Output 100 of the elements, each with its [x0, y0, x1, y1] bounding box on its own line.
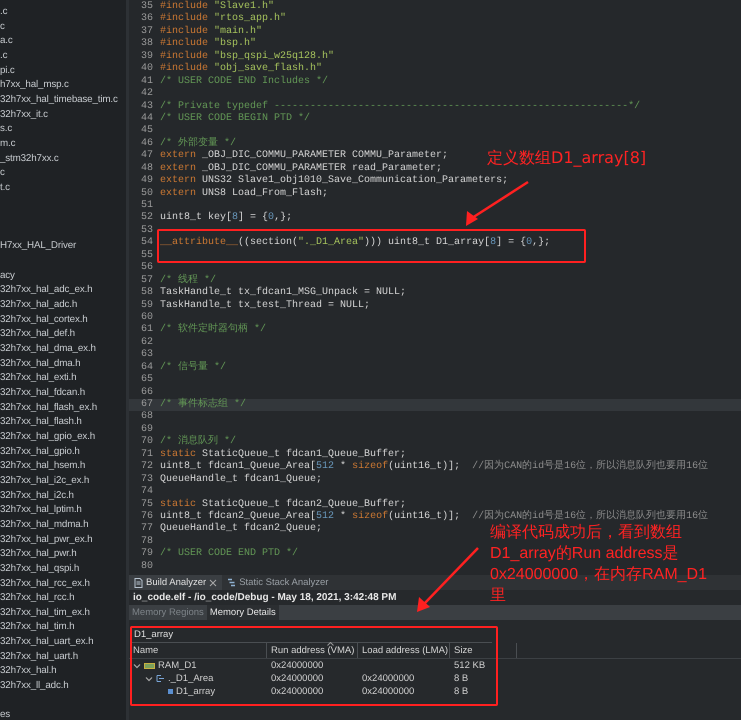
file-item[interactable]: 32h7xx_hal_adc.h	[0, 298, 126, 313]
file-item[interactable]: 32h7xx_hal_dma_ex.h	[0, 342, 126, 357]
sort-caret-icon	[327, 642, 334, 646]
file-item[interactable]: 32h7xx_hal_i2c_ex.h	[0, 474, 126, 489]
line-number: 77	[140, 523, 154, 536]
file-item[interactable]: 32h7xx_hal_tim_ex.h	[0, 606, 126, 620]
tree-item-name[interactable]: RAM_D1	[158, 660, 197, 671]
line-number: 67	[140, 399, 154, 411]
file-item[interactable]: 32h7xx_hal_tim.h	[0, 620, 126, 636]
line-number: 60	[140, 312, 154, 324]
table-cell: 0x24000000	[362, 673, 414, 684]
file-item[interactable]: 32h7xx_hal_gpio_ex.h	[0, 430, 126, 445]
line-number: 78	[140, 536, 154, 548]
column-header[interactable]: Name	[129, 643, 267, 658]
file-item[interactable]: 32h7xx_hal_hsem.h	[0, 459, 126, 474]
table-cell: 0x24000000	[271, 673, 324, 684]
panel-title: io_code.elf - /io_code/Debug - May 18, 2021, 3:42:48 PM	[132, 591, 398, 605]
code-line: /* 事件标志组 */	[160, 399, 246, 412]
line-number: 53	[140, 224, 154, 237]
file-item[interactable]: 32h7xx_it.c	[0, 108, 126, 122]
line-number: 42	[140, 88, 154, 100]
line-number: 58	[140, 287, 154, 300]
file-item[interactable]: c	[0, 166, 126, 181]
file-item[interactable]: 32h7xx_hal_cortex.h	[0, 312, 126, 328]
tree-item-name[interactable]: D1_array	[176, 686, 216, 697]
line-number: 35	[140, 1, 154, 13]
tree-item-name[interactable]: ._D1_Area	[168, 673, 214, 684]
file-item[interactable]: c	[0, 20, 126, 34]
file-item[interactable]: es	[0, 708, 126, 720]
line-number: 39	[140, 50, 154, 63]
file-item[interactable]: a.c	[0, 34, 126, 49]
file-item[interactable]: acy	[0, 268, 126, 284]
file-item[interactable]: pi.c	[0, 64, 126, 78]
file-item[interactable]: .c	[0, 48, 126, 64]
stack-icon	[227, 578, 236, 588]
code-line: uint8_t key[8] = {0,};	[160, 212, 292, 225]
file-item[interactable]: s.c	[0, 122, 126, 137]
line-number: 51	[140, 200, 154, 212]
file-item[interactable]: 32h7xx_hal_fdcan.h	[0, 386, 126, 401]
code-line: #include "bsp.h"	[160, 38, 256, 50]
column-header[interactable]: Size	[450, 643, 517, 658]
line-number: 55	[140, 250, 154, 262]
line-number: 68	[140, 411, 154, 424]
file-item[interactable]: 32h7xx_hal_rcc.h	[0, 591, 126, 606]
code-line: #include "obj_save_flash.h"	[160, 63, 322, 76]
code-line: #include "rtos_app.h"	[160, 13, 286, 26]
code-line: /* USER CODE END PTD */	[160, 548, 298, 561]
file-item[interactable]: t.c	[0, 180, 126, 196]
code-line: uint8_t fdcan1_Queue_Area[512 * sizeof(uint16_t)]; //因为CAN的id号是16位，所以消息队列也要用16位	[160, 461, 708, 474]
file-item[interactable]: 32h7xx_hal_timebase_tim.c	[0, 92, 126, 108]
file-item[interactable]: 32h7xx_hal_pwr_ex.h	[0, 532, 126, 548]
file-item[interactable]: 32h7xx_hal_def.h	[0, 327, 126, 342]
subtab[interactable]: Memory Details	[206, 605, 279, 620]
line-number: 36	[140, 13, 154, 26]
line-number: 40	[140, 63, 154, 76]
filter-field[interactable]: D1_array	[131, 626, 492, 643]
code-line: extern _OBJ_DIC_COMMU_PARAMETER read_Parameter;	[160, 162, 442, 174]
column-header[interactable]: Load address (LMA)	[358, 643, 450, 658]
file-item[interactable]: 32h7xx_hal_lptim.h	[0, 503, 126, 518]
line-number: 43	[140, 100, 154, 113]
chevron-down-icon[interactable]	[133, 662, 141, 668]
file-item[interactable]: 32h7xx_hal_adc_ex.h	[0, 283, 126, 298]
panel-tab[interactable]: Static Stack Analyzer	[222, 575, 334, 590]
code-line: QueueHandle_t fdcan2_Queue;	[160, 523, 322, 536]
code-line: /* 外部变量 */	[160, 138, 236, 150]
file-item[interactable]: 32h7xx_hal_gpio.h	[0, 444, 126, 460]
file-item[interactable]: 32h7xx_hal_dma.h	[0, 356, 126, 372]
code-line: #include "bsp_qspi_w25q128.h"	[160, 50, 334, 62]
line-number: 45	[140, 125, 154, 138]
file-item[interactable]: 32h7xx_hal_i2c.h	[0, 488, 126, 504]
line-number: 56	[140, 262, 154, 275]
file-item[interactable]: 32h7xx_hal_rcc_ex.h	[0, 576, 126, 592]
panel-tab[interactable]: Build Analyzer	[129, 575, 222, 590]
file-item[interactable]: H7xx_HAL_Driver	[0, 239, 126, 254]
file-item[interactable]: 32h7xx_hal_pwr.h	[0, 547, 126, 562]
file-item[interactable]: _stm32h7xx.c	[0, 152, 126, 166]
file-item[interactable]: 32h7xx_ll_adc.h	[0, 679, 126, 694]
annotation-text: 定义数组D1_array[8]	[487, 148, 646, 169]
square-icon	[168, 689, 173, 694]
line-number: 49	[140, 175, 154, 188]
annotation-arrow	[417, 547, 479, 612]
file-item[interactable]: m.c	[0, 136, 126, 152]
line-number: 76	[140, 510, 154, 523]
chevron-down-icon[interactable]	[145, 676, 153, 682]
code-line: static StaticQueue_t fdcan1_Queue_Buffer;	[160, 448, 406, 460]
file-item[interactable]: 32h7xx_hal_mdma.h	[0, 518, 126, 533]
code-line: static StaticQueue_t fdcan2_Queue_Buffer;	[160, 498, 406, 510]
column-header[interactable]: Run address (VMA)	[267, 643, 358, 658]
file-item[interactable]: 32h7xx_hal_uart_ex.h	[0, 635, 126, 650]
line-number: 48	[140, 162, 154, 175]
file-item[interactable]: 32h7xx_hal_flash.h	[0, 415, 126, 430]
file-item[interactable]: h7xx_hal_msp.c	[0, 78, 126, 93]
file-item[interactable]: 32h7xx_hal_uart.h	[0, 650, 126, 664]
file-item[interactable]: 32h7xx_hal_exti.h	[0, 371, 126, 386]
file-item[interactable]: 32h7xx_hal_qspi.h	[0, 562, 126, 576]
file-item[interactable]: 32h7xx_hal_flash_ex.h	[0, 400, 126, 416]
close-icon[interactable]	[209, 578, 218, 586]
file-item[interactable]: 32h7xx_hal.h	[0, 664, 126, 680]
file-item[interactable]: .c	[0, 5, 126, 20]
line-number: 61	[140, 324, 154, 337]
